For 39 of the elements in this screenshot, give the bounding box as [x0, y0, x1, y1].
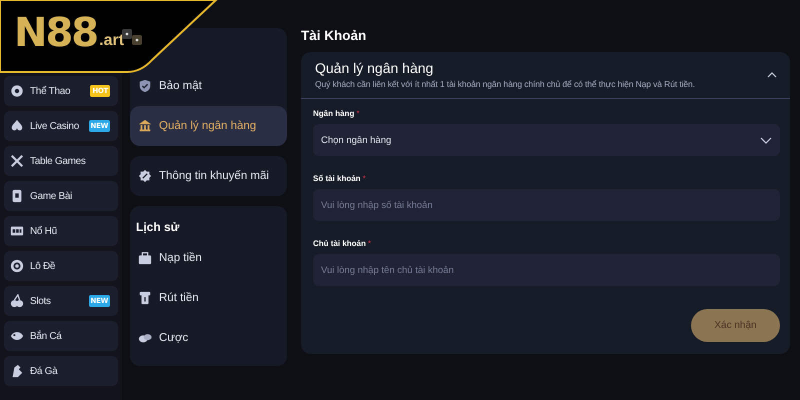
game-icon: [10, 84, 24, 98]
menu-item[interactable]: Quản lý ngân hàng: [130, 106, 287, 146]
menu-icon: [138, 291, 152, 305]
logo-text: N88: [14, 12, 98, 54]
game-icon: [10, 189, 24, 203]
section-heading: Lịch sử: [135, 219, 180, 236]
game-icon: [10, 224, 24, 238]
logo-suffix: .art: [99, 32, 124, 50]
menu-item[interactable]: Rút tiền: [130, 278, 287, 318]
menu-icon: [138, 79, 152, 93]
menu-icon: [138, 169, 152, 183]
sidebar-item[interactable]: Game Bài: [4, 181, 118, 211]
field-label: Chủ tài khoản *: [313, 239, 372, 248]
panel-subtitle: Quý khách cần liên kết với ít nhất 1 tài khoản ngân hàng chính chủ để có thể thực hiện Nạp và Rút tiền.: [315, 79, 696, 89]
game-icon: [10, 259, 24, 273]
field-label: Số tài khoản *: [313, 174, 367, 183]
sidebar-item[interactable]: Bắn Cá: [4, 321, 118, 351]
sidebar-item[interactable]: Nổ Hũ: [4, 216, 118, 246]
input-field[interactable]: Vui lòng nhập tên chủ tài khoản: [313, 254, 780, 286]
sidebar-item[interactable]: Đá Gà: [4, 356, 118, 386]
game-icon: [10, 154, 24, 168]
sidebar-item[interactable]: Lô Đề: [4, 251, 118, 281]
input-field[interactable]: Vui lòng nhập số tài khoản: [313, 189, 780, 221]
game-icon: [10, 329, 24, 343]
menu-item[interactable]: Bảo mật: [130, 66, 287, 106]
sidebar-item[interactable]: Table Games: [4, 146, 118, 176]
field-label: Ngân hàng *: [313, 109, 360, 118]
page-title: Tài Khoản: [301, 28, 368, 43]
menu-icon: [138, 119, 152, 133]
menu-item[interactable]: Thông tin khuyến mãi: [130, 156, 287, 196]
game-icon: [10, 119, 24, 133]
game-icon: [10, 364, 24, 378]
menu-item[interactable]: Nạp tiền: [130, 238, 287, 278]
panel-title: Quản lý ngân hàng: [315, 60, 434, 76]
bank-select[interactable]: Chọn ngân hàng: [313, 124, 780, 156]
game-icon: [10, 294, 24, 308]
menu-icon: [138, 331, 152, 345]
menu-item[interactable]: Cược: [130, 318, 287, 358]
menu-icon: [138, 251, 152, 265]
